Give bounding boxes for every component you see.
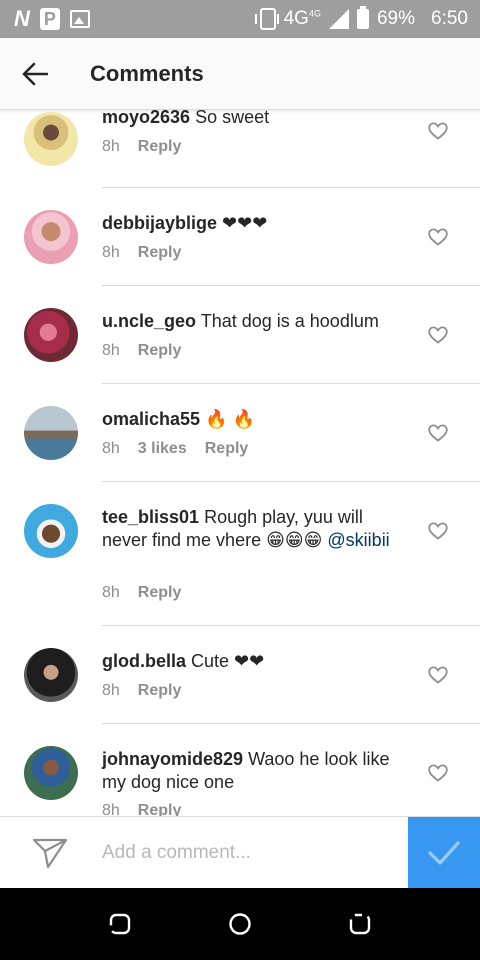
heart-outline-icon[interactable] xyxy=(428,228,448,246)
recent-apps-icon xyxy=(109,913,131,935)
comment-item: tee_bliss01 Rough play, yuu will never f… xyxy=(0,482,480,626)
comments-list[interactable]: moyo2636 So sweet 8h Reply debbijayblige… xyxy=(0,110,480,816)
status-bar: N P 4G4G 69% 6:50 xyxy=(0,0,480,38)
back-nav-icon xyxy=(349,913,371,935)
comment-meta: 8h Reply xyxy=(102,342,181,360)
clock: 6:50 xyxy=(431,8,468,29)
comment-text: glod.bella Cute ❤❤ xyxy=(102,650,402,673)
comment-text: u.ncle_geo That dog is a hoodlum xyxy=(102,310,402,333)
signal-icon xyxy=(328,9,349,29)
notification-p-icon: P xyxy=(39,8,60,30)
network-type: 4G4G xyxy=(283,8,321,29)
comment-input[interactable] xyxy=(102,839,392,867)
heart-outline-icon[interactable] xyxy=(428,522,448,540)
heart-outline-icon[interactable] xyxy=(428,764,448,782)
comment-item: debbijayblige ❤❤❤ 8h Reply xyxy=(0,188,480,286)
comment-time: 8h xyxy=(102,138,120,155)
comment-username[interactable]: johnayomide829 xyxy=(102,749,243,769)
reply-button[interactable]: Reply xyxy=(138,138,182,156)
comment-meta: 8h Reply xyxy=(102,244,181,262)
avatar[interactable] xyxy=(24,112,78,166)
comment-item: glod.bella Cute ❤❤ 8h Reply xyxy=(0,626,480,724)
comment-message: Cute ❤❤ xyxy=(191,651,265,671)
avatar[interactable] xyxy=(24,210,78,264)
comment-meta: 8h Reply xyxy=(102,802,181,816)
comment-text: moyo2636 So sweet xyxy=(102,110,402,129)
comment-time: 8h xyxy=(102,244,120,261)
comment-time: 8h xyxy=(102,802,120,816)
back-nav-button[interactable] xyxy=(340,904,380,944)
heart-outline-icon[interactable] xyxy=(428,326,448,344)
comment-text: omalicha55 🔥 🔥 xyxy=(102,408,402,431)
avatar[interactable] xyxy=(24,504,78,558)
battery-icon xyxy=(356,6,369,29)
vibrate-icon xyxy=(254,8,279,30)
comment-item: johnayomide829 Waoo he look like my dog … xyxy=(0,724,480,816)
recent-apps-button[interactable] xyxy=(100,904,140,944)
comment-text: tee_bliss01 Rough play, yuu will never f… xyxy=(102,506,402,552)
reply-button[interactable]: Reply xyxy=(138,802,182,816)
comment-message: That dog is a hoodlum xyxy=(200,311,379,331)
comment-item: moyo2636 So sweet 8h Reply xyxy=(0,110,480,188)
comment-message: 🔥 🔥 xyxy=(205,409,255,429)
post-comment-button[interactable] xyxy=(408,817,480,889)
reply-button[interactable]: Reply xyxy=(138,342,182,360)
heart-outline-icon[interactable] xyxy=(428,424,448,442)
comment-input-bar xyxy=(0,816,480,889)
system-nav-bar xyxy=(0,888,480,960)
heart-outline-icon[interactable] xyxy=(428,122,448,140)
notification-n-icon: N xyxy=(14,6,30,31)
home-circle-icon xyxy=(229,913,251,935)
comment-text: johnayomide829 Waoo he look like my dog … xyxy=(102,748,402,794)
comment-username[interactable]: glod.bella xyxy=(102,651,186,671)
comment-time: 8h xyxy=(102,682,120,699)
check-icon xyxy=(428,841,460,865)
comment-meta: 8h Reply xyxy=(102,682,181,700)
comment-meta: 8h Reply xyxy=(102,138,181,156)
battery-level: 69% xyxy=(376,8,416,29)
comment-meta: 8h Reply xyxy=(102,584,181,602)
avatar[interactable] xyxy=(24,648,78,702)
page-title: Comments xyxy=(90,60,204,86)
home-button[interactable] xyxy=(220,904,260,944)
notification-image-icon xyxy=(69,10,90,28)
comment-meta: 8h 3 likes Reply xyxy=(102,440,248,458)
comment-mention[interactable]: @skiibii xyxy=(327,530,389,550)
paper-plane-icon[interactable] xyxy=(32,837,68,869)
arrow-left-icon xyxy=(22,62,48,85)
reply-button[interactable]: Reply xyxy=(138,244,182,262)
comment-message: So sweet xyxy=(195,110,270,127)
back-button[interactable] xyxy=(0,38,70,110)
app-header: Comments xyxy=(0,38,480,110)
comment-time: 8h xyxy=(102,440,120,457)
avatar[interactable] xyxy=(24,746,78,800)
reply-button[interactable]: Reply xyxy=(138,584,182,602)
comment-username[interactable]: tee_bliss01 xyxy=(102,507,199,527)
comment-item: omalicha55 🔥 🔥 8h 3 likes Reply xyxy=(0,384,480,482)
comment-time: 8h xyxy=(102,584,120,601)
comment-item: u.ncle_geo That dog is a hoodlum 8h Repl… xyxy=(0,286,480,384)
comment-text: debbijayblige ❤❤❤ xyxy=(102,212,402,235)
avatar[interactable] xyxy=(24,308,78,362)
comment-username[interactable]: omalicha55 xyxy=(102,409,200,429)
reply-button[interactable]: Reply xyxy=(205,440,249,458)
comment-message: ❤❤❤ xyxy=(222,213,268,233)
reply-button[interactable]: Reply xyxy=(138,682,182,700)
comment-username[interactable]: debbijayblige xyxy=(102,213,217,233)
avatar[interactable] xyxy=(24,406,78,460)
like-count[interactable]: 3 likes xyxy=(138,440,187,458)
comment-username[interactable]: moyo2636 xyxy=(102,110,190,127)
comment-username[interactable]: u.ncle_geo xyxy=(102,311,196,331)
comment-time: 8h xyxy=(102,342,120,359)
heart-outline-icon[interactable] xyxy=(428,666,448,684)
